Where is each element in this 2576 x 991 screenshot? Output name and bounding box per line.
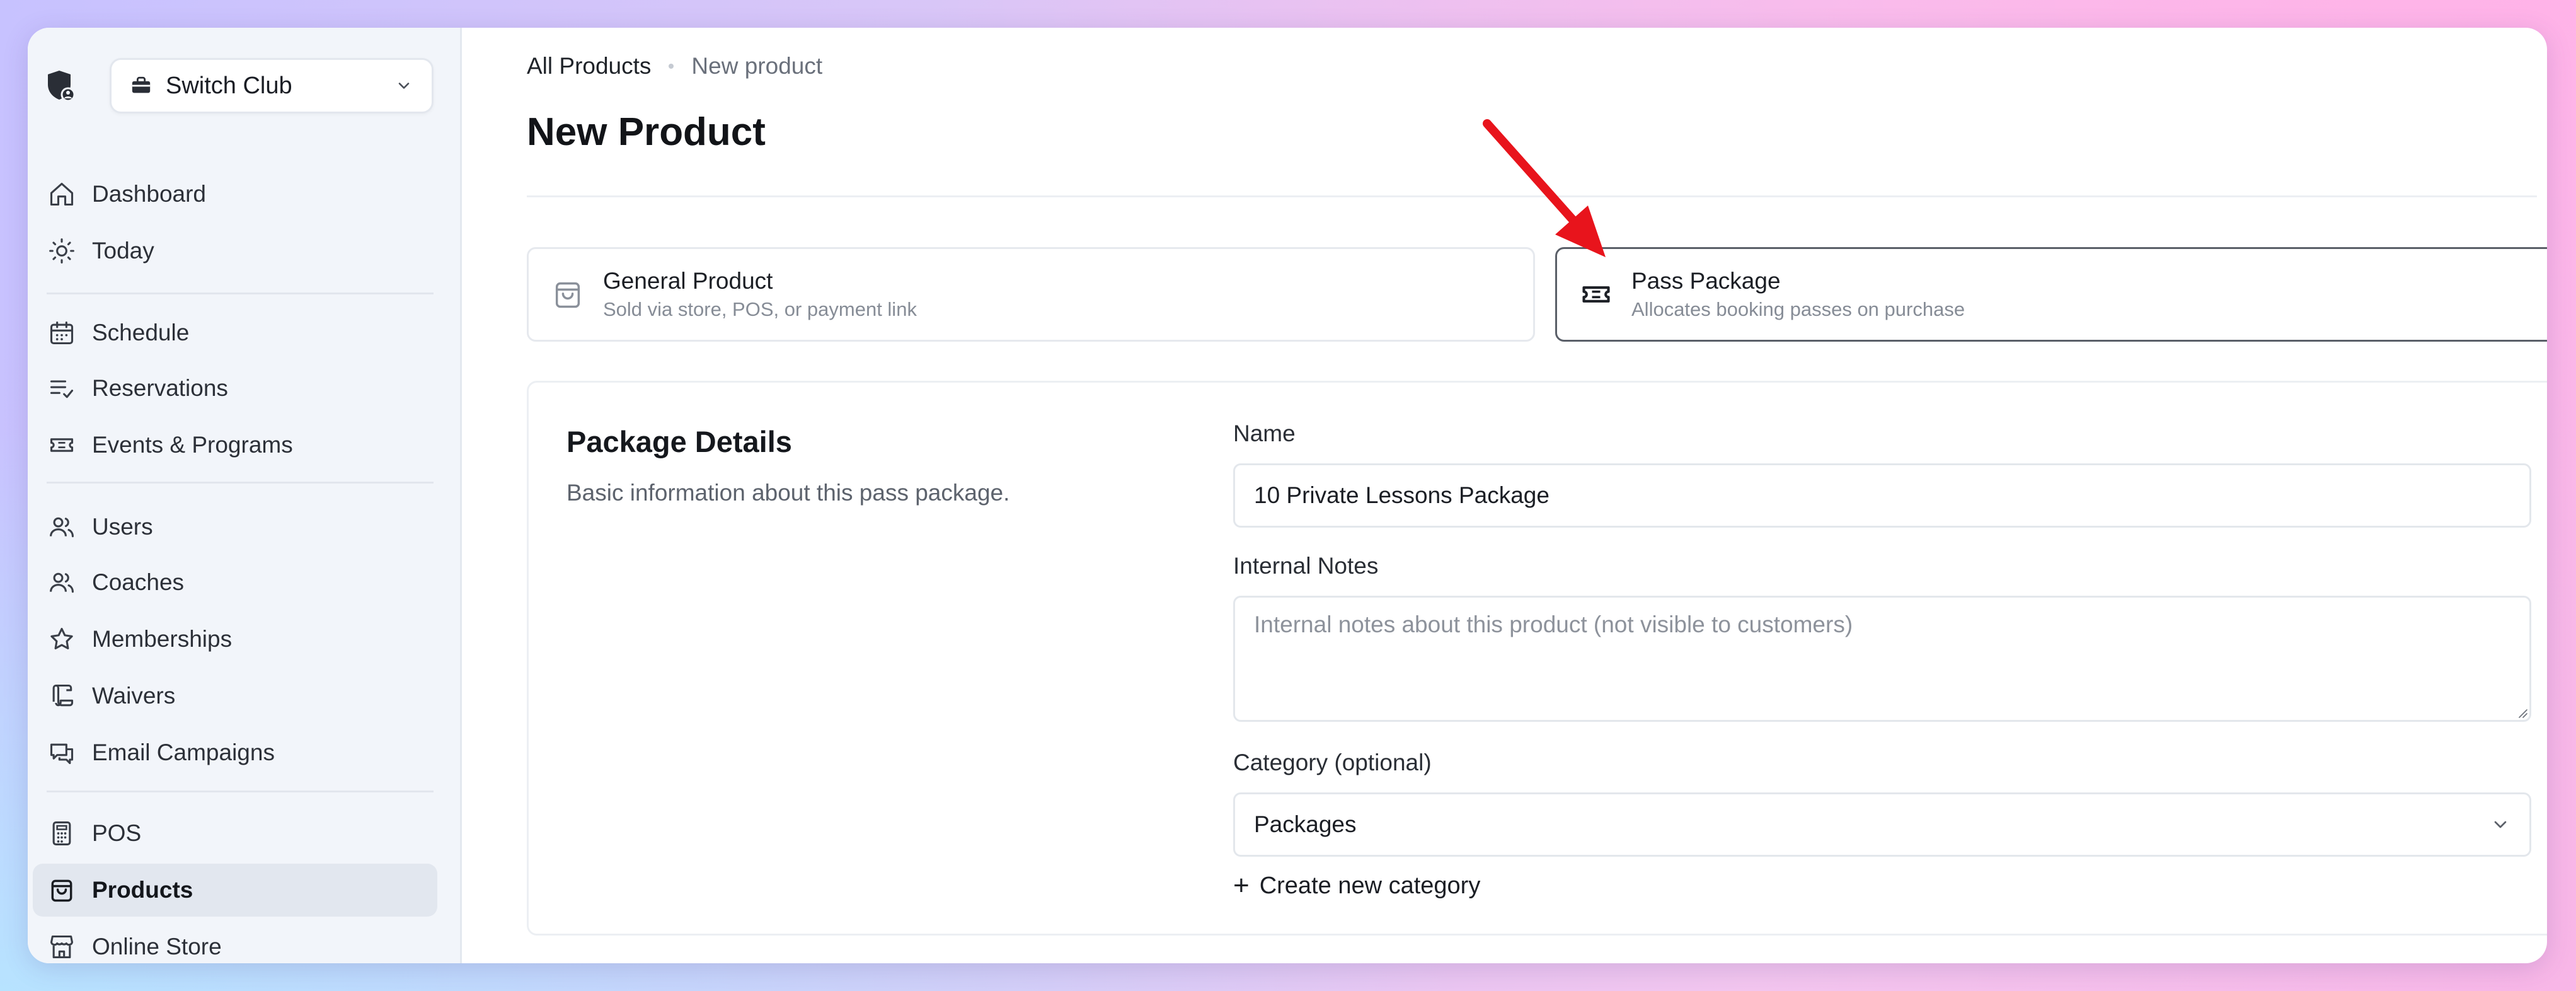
plus-icon: + bbox=[1233, 870, 1250, 901]
category-label: Category (optional) bbox=[1233, 750, 1432, 775]
product-type-pass-card[interactable]: Pass Package Allocates booking passes on… bbox=[1555, 247, 2547, 342]
users-icon bbox=[50, 517, 74, 538]
sidebar-item-waivers[interactable]: Waivers bbox=[33, 669, 437, 722]
sidebar-divider bbox=[47, 293, 434, 294]
section-title: Package Details bbox=[566, 425, 792, 458]
sidebar-item-label: Online Store bbox=[92, 934, 222, 959]
sidebar-item-dashboard[interactable]: Dashboard bbox=[33, 168, 437, 221]
sidebar: Switch Club Dashboard Today Schedule Res… bbox=[28, 28, 462, 963]
product-type-text: General Product Sold via store, POS, or … bbox=[603, 268, 917, 321]
sidebar-divider bbox=[47, 791, 434, 792]
name-label: Name bbox=[1233, 420, 1296, 446]
sidebar-item-label: Dashboard bbox=[92, 181, 207, 207]
calendar-icon bbox=[50, 321, 74, 345]
internal-notes-label: Internal Notes bbox=[1233, 553, 1379, 579]
resize-handle-icon[interactable] bbox=[2517, 708, 2527, 718]
star-icon bbox=[50, 627, 73, 650]
club-name: Switch Club bbox=[166, 72, 292, 99]
sidebar-item-label: Schedule bbox=[92, 320, 190, 345]
package-details-panel: Package Details Basic information about … bbox=[527, 381, 2547, 936]
shopping-bag-icon bbox=[51, 879, 72, 902]
product-type-text: Pass Package Allocates booking passes on… bbox=[1631, 268, 1965, 321]
sidebar-item-label: POS bbox=[92, 820, 142, 846]
shield-logo-icon[interactable] bbox=[45, 68, 76, 103]
sidebar-item-label: Events & Programs bbox=[92, 432, 293, 458]
sidebar-item-label: Products bbox=[92, 877, 193, 903]
sidebar-item-label: Coaches bbox=[92, 569, 185, 595]
sidebar-divider bbox=[47, 482, 434, 484]
annotation-arrow-icon bbox=[1483, 119, 1606, 257]
sidebar-item-label: Waivers bbox=[92, 683, 176, 709]
sidebar-item-email-campaigns[interactable]: Email Campaigns bbox=[33, 726, 437, 779]
scroll-icon bbox=[52, 684, 74, 707]
chat-icon bbox=[50, 743, 74, 765]
briefcase-icon bbox=[132, 76, 151, 93]
list-check-icon bbox=[50, 380, 74, 398]
app-window: Switch Club Dashboard Today Schedule Res… bbox=[28, 28, 2547, 963]
breadcrumb-all-products-link[interactable]: All Products bbox=[527, 53, 651, 79]
breadcrumb-separator bbox=[669, 64, 674, 69]
internal-notes-textarea[interactable] bbox=[1233, 596, 2531, 722]
club-switcher[interactable]: Switch Club bbox=[110, 58, 434, 113]
create-category-label: Create new category bbox=[1259, 872, 1481, 899]
main-content: All Products New product New Product Gen… bbox=[460, 28, 2547, 963]
sidebar-item-schedule[interactable]: Schedule bbox=[33, 306, 437, 359]
category-selected-value: Packages bbox=[1254, 811, 1357, 837]
sidebar-item-users[interactable]: Users bbox=[33, 501, 437, 553]
sidebar-item-label: Today bbox=[92, 238, 154, 264]
sidebar-item-pos[interactable]: POS bbox=[33, 807, 437, 860]
chevron-down-icon bbox=[2494, 821, 2507, 828]
breadcrumb: All Products New product bbox=[527, 53, 822, 79]
page-title: New Product bbox=[527, 110, 766, 154]
create-category-button[interactable]: + Create new category bbox=[1233, 872, 1480, 900]
chevron-down-icon bbox=[398, 83, 410, 89]
product-type-description: Sold via store, POS, or payment link bbox=[603, 298, 917, 320]
sidebar-item-events-programs[interactable]: Events & Programs bbox=[33, 419, 437, 472]
sidebar-item-label: Users bbox=[92, 514, 153, 540]
calculator-icon bbox=[52, 821, 71, 845]
category-select[interactable]: Packages bbox=[1233, 792, 2531, 857]
users-icon bbox=[50, 572, 74, 593]
sun-icon bbox=[49, 238, 74, 264]
sidebar-item-products[interactable]: Products bbox=[33, 864, 437, 917]
sidebar-item-label: Memberships bbox=[92, 626, 233, 652]
ticket-icon bbox=[50, 438, 74, 452]
ticket-icon bbox=[1582, 286, 1610, 303]
sidebar-item-label: Email Campaigns bbox=[92, 739, 275, 765]
name-input[interactable] bbox=[1233, 463, 2531, 528]
sidebar-item-reservations[interactable]: Reservations bbox=[33, 362, 437, 415]
breadcrumb-current: New product bbox=[691, 53, 823, 79]
product-type-general-card[interactable]: General Product Sold via store, POS, or … bbox=[527, 247, 1535, 342]
sidebar-item-online-store[interactable]: Online Store bbox=[33, 920, 437, 963]
sidebar-item-today[interactable]: Today bbox=[33, 224, 437, 277]
shopping-bag-icon bbox=[555, 282, 580, 308]
sidebar-item-memberships[interactable]: Memberships bbox=[33, 613, 437, 666]
product-type-title: Pass Package bbox=[1631, 268, 1781, 294]
sidebar-item-label: Reservations bbox=[92, 375, 228, 401]
store-icon bbox=[50, 935, 74, 959]
sidebar-item-coaches[interactable]: Coaches bbox=[33, 556, 437, 609]
product-type-title: General Product bbox=[603, 268, 773, 294]
home-icon bbox=[50, 182, 74, 206]
section-description: Basic information about this pass packag… bbox=[566, 480, 1010, 506]
product-type-description: Allocates booking passes on purchase bbox=[1631, 298, 1965, 320]
